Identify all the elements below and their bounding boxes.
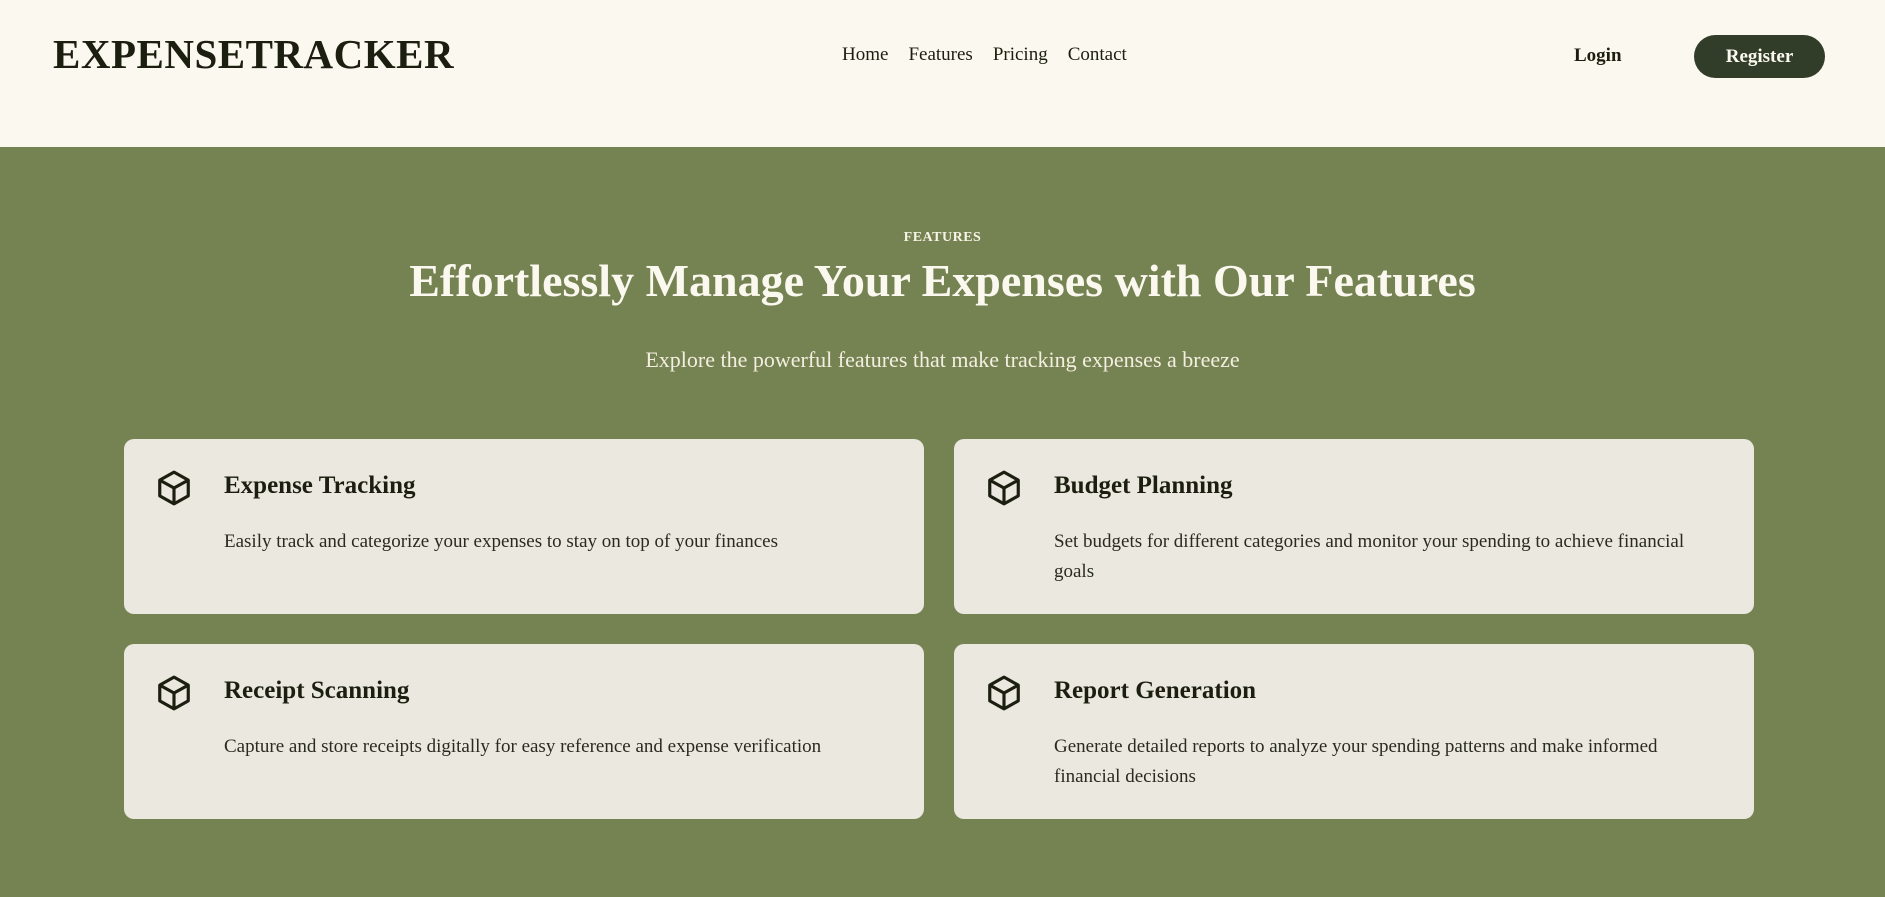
login-link[interactable]: Login [1574,45,1622,67]
box-icon [158,675,190,711]
feature-title: Report Generation [1054,677,1257,704]
section-subhead: Explore the powerful features that make … [645,347,1240,372]
nav-pricing-link[interactable]: Pricing [993,44,1048,66]
site-header: EXPENSETRACKER Home Features Pricing Con… [0,0,1885,147]
section-eyebrow: FEATURES [903,230,982,245]
nav-contact-link[interactable]: Contact [1068,44,1127,66]
section-headline: Effortlessly Manage Your Expenses with O… [409,255,1476,306]
feature-card-receipt-scanning: Receipt Scanning Capture and store recei… [124,644,924,819]
features-section: FEATURES Effortlessly Manage Your Expens… [0,147,1885,897]
feature-title: Receipt Scanning [224,677,410,704]
feature-card-report-generation: Report Generation Generate detailed repo… [954,644,1754,819]
box-icon [988,675,1020,711]
nav-home-link[interactable]: Home [842,44,888,66]
feature-description: Capture and store receipts digitally for… [224,736,822,757]
nav-features-link[interactable]: Features [908,44,972,66]
feature-description: Set budgets for different categories and… [1054,531,1685,582]
feature-card-expense-tracking: Expense Tracking Easily track and catego… [124,439,924,614]
feature-description: Easily track and categorize your expense… [224,531,778,552]
box-icon [988,470,1020,506]
feature-title: Budget Planning [1054,472,1233,499]
main-nav: Home Features Pricing Contact [842,44,1127,66]
feature-title: Expense Tracking [224,472,416,499]
box-icon [158,470,190,506]
register-button[interactable]: Register [1694,35,1825,78]
feature-description: Generate detailed reports to analyze you… [1054,736,1658,787]
logo[interactable]: EXPENSETRACKER [53,30,454,78]
feature-card-budget-planning: Budget Planning Set budgets for differen… [954,439,1754,614]
